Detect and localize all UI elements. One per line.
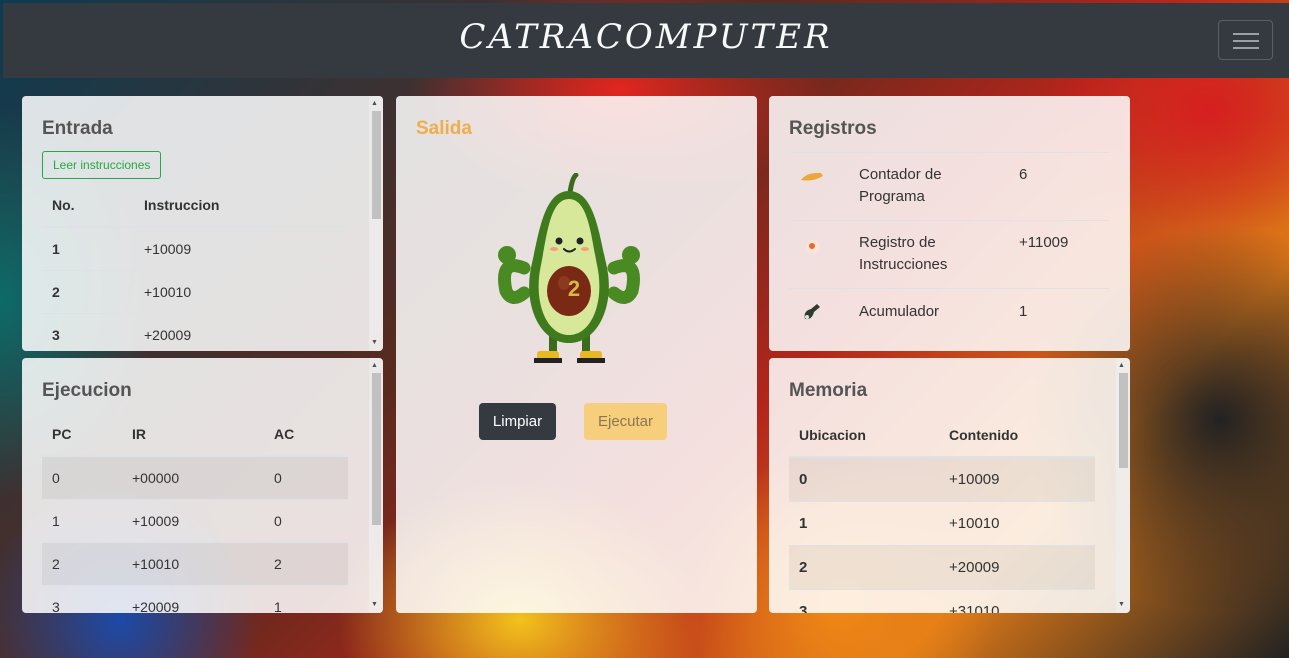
brand-title[interactable]: CATRACOMPUTER	[3, 17, 1289, 57]
read-instructions-button[interactable]: Leer instrucciones	[42, 151, 162, 179]
output-value: 2	[567, 276, 581, 301]
row-pc: 3	[42, 585, 122, 613]
row-content: +20009	[939, 545, 1095, 590]
column-header[interactable]: Instruccion	[134, 184, 348, 228]
memoria-card: Memoria Ubicacion Contenido 0 +10009 1 +…	[769, 358, 1130, 613]
table-row[interactable]: 0 +00000 0	[42, 455, 348, 500]
memoria-table: Ubicacion Contenido 0 +10009 1 +10010 2 …	[789, 414, 1095, 613]
accumulator-icon	[804, 304, 820, 320]
hamburger-icon	[1233, 33, 1259, 35]
table-row[interactable]: 1 +10010	[789, 501, 1095, 546]
row-ir: +10009	[122, 499, 264, 543]
register-row[interactable]: Acumulador 1	[789, 288, 1109, 338]
row-pc: 1	[42, 499, 122, 543]
row-pc: 0	[42, 455, 122, 500]
table-row[interactable]: 2 +10010 2	[42, 542, 348, 586]
registros-title: Registros	[789, 118, 877, 139]
avocado-mascot	[498, 173, 640, 363]
row-content: +10009	[939, 456, 1095, 502]
hamburger-icon	[1233, 40, 1259, 42]
table-row[interactable]: 2 +10010	[42, 270, 348, 314]
salida-title: Salida	[416, 118, 472, 139]
menu-toggle-button[interactable]	[1218, 20, 1273, 60]
memoria-title: Memoria	[789, 380, 868, 401]
register-value: +11009	[1019, 234, 1069, 251]
row-location: 1	[789, 501, 939, 546]
register-value: 6	[1019, 166, 1028, 183]
column-header[interactable]: Ubicacion	[789, 414, 939, 458]
row-number: 2	[42, 270, 134, 314]
column-header[interactable]: No.	[42, 184, 134, 228]
clear-button[interactable]: Limpiar	[479, 403, 556, 440]
row-location: 0	[789, 456, 939, 502]
salida-card: Salida 2 Limpiar Ejecutar	[396, 96, 757, 613]
ejecucion-table: PC IR AC 0 +00000 0 1 +10009 0 2 +10010 …	[42, 413, 348, 613]
row-location: 3	[789, 589, 939, 613]
register-label: Registro de Instrucciones	[859, 234, 948, 273]
ejecucion-card: Ejecucion PC IR AC 0 +00000 0 1 +10009 0…	[22, 358, 383, 613]
column-header[interactable]: Contenido	[939, 414, 1095, 458]
entrada-title: Entrada	[42, 118, 113, 139]
table-row[interactable]: 3 +20009 1	[42, 585, 348, 613]
row-ir: +10010	[122, 542, 264, 586]
row-location: 2	[789, 545, 939, 590]
row-content: +10010	[939, 501, 1095, 546]
registros-card: Registros Contador de Programa 6 Registr…	[769, 96, 1130, 351]
counter-icon	[801, 172, 823, 181]
ejecucion-title: Ejecucion	[42, 380, 132, 401]
row-instruction: +20009	[134, 313, 348, 351]
column-header[interactable]: AC	[264, 413, 348, 457]
memoria-scrollbar[interactable]: ▲ ▼	[1116, 358, 1130, 613]
entrada-scrollbar[interactable]: ▲ ▼	[369, 96, 383, 351]
row-content: +31010	[939, 589, 1095, 613]
entrada-table: No. Instruccion 1 +10009 2 +10010 3 +200…	[42, 184, 348, 351]
row-ir: +20009	[122, 585, 264, 613]
row-ac: 2	[264, 542, 348, 586]
navbar: CATRACOMPUTER	[3, 3, 1289, 78]
table-row[interactable]: 2 +20009	[789, 545, 1095, 590]
table-row[interactable]: 1 +10009 0	[42, 499, 348, 543]
row-ac: 1	[264, 585, 348, 613]
row-number: 1	[42, 226, 134, 271]
row-instruction: +10009	[134, 226, 348, 271]
run-button[interactable]: Ejecutar	[584, 403, 667, 440]
register-row[interactable]: Contador de Programa 6	[789, 152, 1109, 220]
row-ac: 0	[264, 499, 348, 543]
register-row[interactable]: Registro de Instrucciones +11009	[789, 220, 1109, 288]
register-icon	[806, 240, 820, 254]
register-label: Acumulador	[859, 303, 940, 320]
table-row[interactable]: 3 +20009	[42, 313, 348, 351]
hamburger-icon	[1233, 47, 1259, 49]
column-header[interactable]: PC	[42, 413, 122, 457]
row-ir: +00000	[122, 455, 264, 500]
table-row[interactable]: 0 +10009	[789, 456, 1095, 502]
row-ac: 0	[264, 455, 348, 500]
register-value: 1	[1019, 303, 1028, 320]
register-label: Contador de Programa	[859, 166, 942, 205]
row-pc: 2	[42, 542, 122, 586]
table-row[interactable]: 3 +31010	[789, 589, 1095, 613]
entrada-card: Entrada Leer instrucciones No. Instrucci…	[22, 96, 383, 351]
table-row[interactable]: 1 +10009	[42, 226, 348, 271]
column-header[interactable]: IR	[122, 413, 264, 457]
row-number: 3	[42, 313, 134, 351]
row-instruction: +10010	[134, 270, 348, 314]
ejecucion-scrollbar[interactable]: ▲ ▼	[369, 358, 383, 613]
